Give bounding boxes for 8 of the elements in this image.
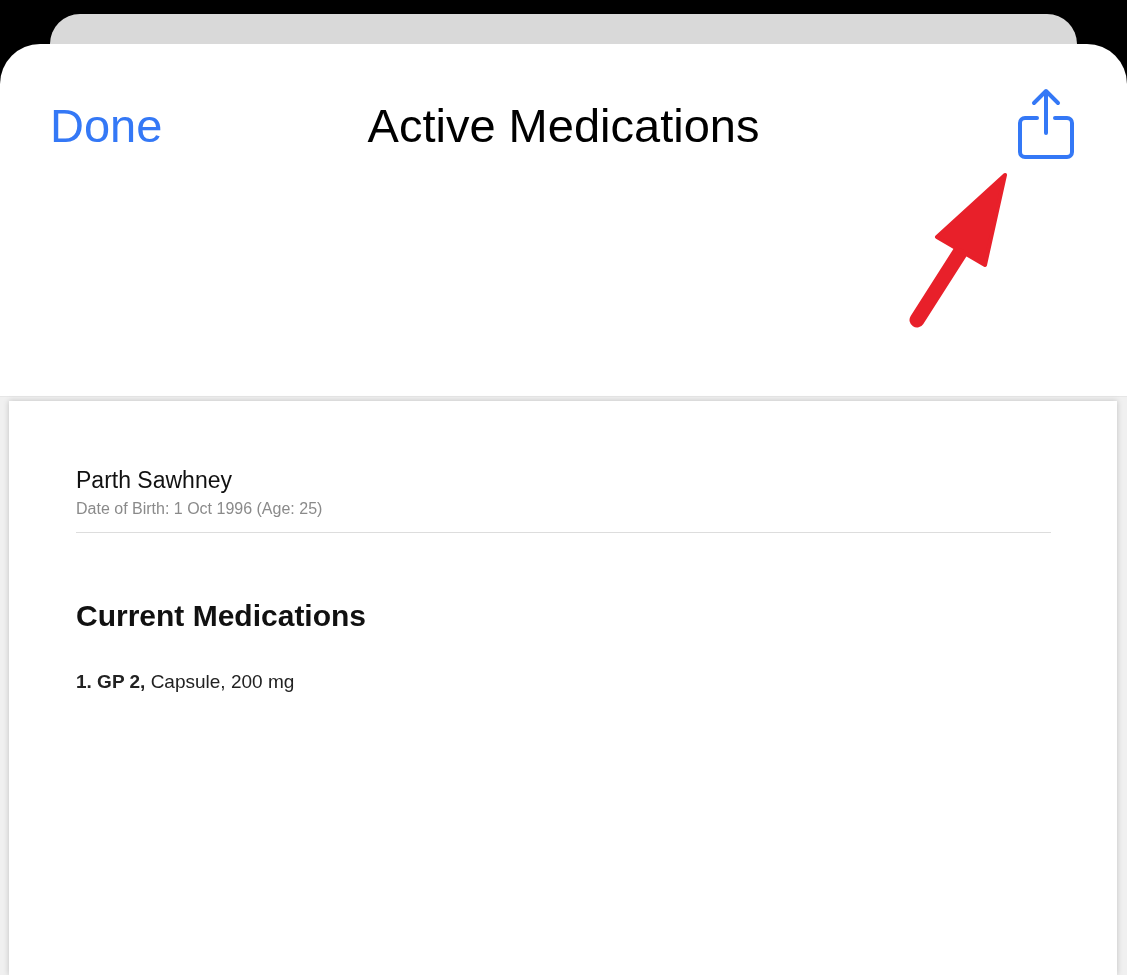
share-icon xyxy=(1017,88,1075,160)
share-button[interactable] xyxy=(1017,88,1075,160)
birth-date: Date of Birth: 1 Oct 1996 (Age: 25) xyxy=(76,500,324,518)
patient-name: Parth Sawhney xyxy=(76,467,233,494)
section-heading: Current Medications xyxy=(76,599,368,633)
done-button[interactable]: Done xyxy=(50,98,163,153)
medication-entry: 1. GP 2, Capsule, 200 mg xyxy=(76,671,296,693)
screen-title: Active Medications xyxy=(367,98,760,153)
